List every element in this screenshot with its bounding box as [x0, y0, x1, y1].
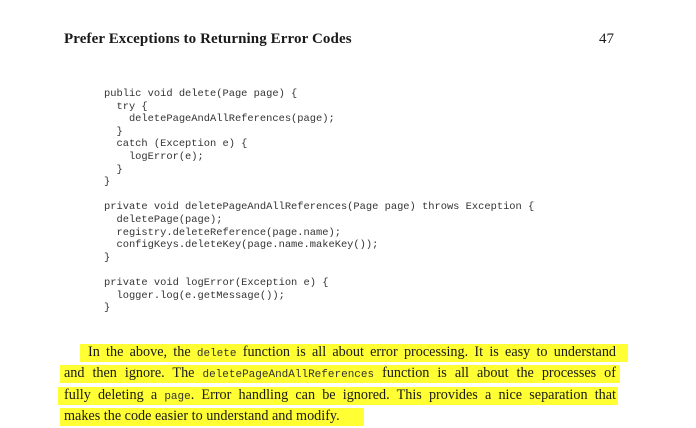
code-line: }: [104, 163, 123, 176]
code-line: }: [104, 125, 123, 138]
text-run: function is all about error processing. …: [236, 344, 617, 360]
code-line: }: [104, 251, 111, 264]
text-run: function is all about the processes of: [374, 365, 616, 382]
code-line: private void logError(Exception e) {: [104, 276, 329, 289]
code-line: }: [104, 302, 111, 315]
inline-code: deletePageAndAllReferences: [202, 369, 375, 382]
code-line: configKeys.deleteKey(page.name.makeKey()…: [104, 239, 379, 252]
line-text: and then ignore. The deletePageAndAllRef…: [64, 365, 616, 381]
code-line: logError(e);: [104, 150, 204, 163]
text-run: . Error handling can be ignored. This pr…: [190, 386, 616, 403]
inline-code: page: [164, 390, 191, 403]
code-listing: public void delete(Page page) { try { de…: [104, 88, 534, 315]
code-line: }: [104, 176, 111, 189]
code-line: public void delete(Page page) {: [104, 88, 298, 100]
code-line: registry.deleteReference(page.name);: [104, 226, 341, 239]
page-number: 47: [599, 31, 614, 47]
code-line: private void deletePageAndAllReferences(…: [104, 201, 535, 214]
paragraph-line-2: and then ignore. The deletePageAndAllRef…: [60, 364, 620, 385]
paragraph-line-1: In the above, the delete function is all…: [64, 343, 628, 364]
text-run: and then ignore. The: [64, 365, 203, 382]
code-line: catch (Exception e) {: [104, 138, 248, 151]
book-page: Prefer Exceptions to Returning Error Cod…: [0, 0, 696, 428]
text-run: fully deleting a: [64, 386, 165, 403]
running-header-title: Prefer Exceptions to Returning Error Cod…: [64, 31, 352, 47]
text-run: makes the code easier to understand and …: [64, 408, 340, 425]
highlighted-paragraph: In the above, the delete function is all…: [58, 343, 628, 427]
line-text: fully deleting a page. Error handling ca…: [64, 387, 616, 403]
code-line: try {: [104, 100, 148, 113]
code-line: deletePageAndAllReferences(page);: [104, 113, 335, 126]
paragraph-line-3: fully deleting a page. Error handling ca…: [58, 386, 618, 407]
code-line: logger.log(e.getMessage());: [104, 289, 285, 302]
code-line: deletePage(page);: [104, 213, 223, 226]
line-text: In the above, the delete function is all…: [88, 344, 616, 360]
paragraph-line-4: makes the code easier to understand and …: [60, 407, 616, 427]
inline-code: delete: [196, 348, 237, 360]
text-run: In the above, the: [88, 344, 197, 360]
